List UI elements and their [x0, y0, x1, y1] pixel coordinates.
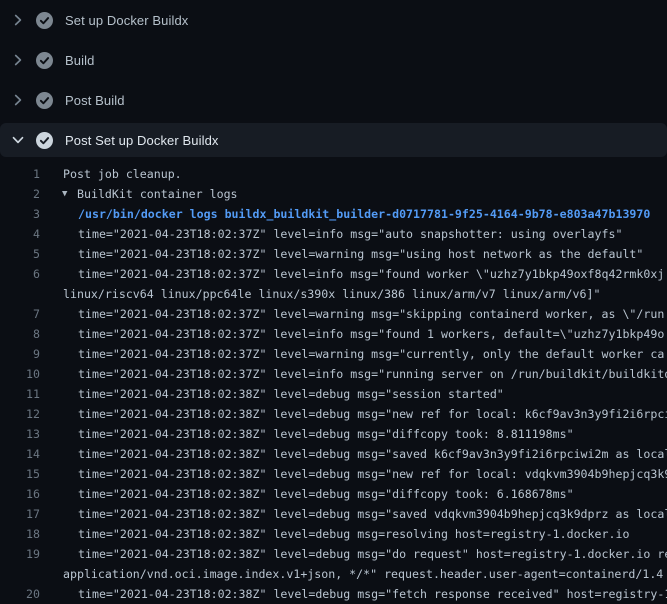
log-line-text: time="2021-04-23T18:02:38Z" level=debug … [40, 444, 667, 464]
log-line-text: linux/riscv64 linux/ppc64le linux/s390x … [40, 284, 600, 304]
log-line: 13time="2021-04-23T18:02:38Z" level=debu… [0, 424, 667, 444]
log-line: 12time="2021-04-23T18:02:38Z" level=debu… [0, 404, 667, 424]
log-line-number[interactable]: 8 [0, 324, 40, 344]
log-viewer: 1Post job cleanup.2▼BuildKit container l… [0, 160, 667, 604]
log-line-text: time="2021-04-23T18:02:37Z" level=warnin… [40, 304, 664, 324]
log-line-continuation: application/vnd.oci.image.index.v1+json,… [0, 564, 667, 584]
log-line: 14time="2021-04-23T18:02:38Z" level=debu… [0, 444, 667, 464]
log-line: 19time="2021-04-23T18:02:38Z" level=debu… [0, 544, 667, 564]
log-line-text: time="2021-04-23T18:02:37Z" level=warnin… [40, 244, 643, 264]
log-line: 11time="2021-04-23T18:02:38Z" level=debu… [0, 384, 667, 404]
log-line: 7time="2021-04-23T18:02:37Z" level=warni… [0, 304, 667, 324]
check-circle-icon [36, 52, 53, 69]
log-line-number[interactable]: 2 [0, 184, 40, 204]
log-line-text: time="2021-04-23T18:02:37Z" level=info m… [40, 324, 664, 344]
check-circle-icon [36, 132, 53, 149]
log-line: 17time="2021-04-23T18:02:38Z" level=debu… [0, 504, 667, 524]
log-line-text: time="2021-04-23T18:02:38Z" level=debug … [40, 584, 667, 604]
log-line: 5time="2021-04-23T18:02:37Z" level=warni… [0, 244, 667, 264]
check-circle-icon [36, 12, 53, 29]
log-line: 4time="2021-04-23T18:02:37Z" level=info … [0, 224, 667, 244]
step-title: Post Build [65, 93, 125, 108]
log-line-number[interactable]: 9 [0, 344, 40, 364]
log-line-continuation: linux/riscv64 linux/ppc64le linux/s390x … [0, 284, 667, 304]
log-line-text: BuildKit container logs [77, 184, 238, 204]
log-line-text: time="2021-04-23T18:02:38Z" level=debug … [40, 504, 667, 524]
log-line: 15time="2021-04-23T18:02:38Z" level=debu… [0, 464, 667, 484]
chevron-right-icon [10, 52, 26, 68]
log-line-text: time="2021-04-23T18:02:38Z" level=debug … [40, 524, 629, 544]
log-line-number[interactable]: 18 [0, 524, 40, 544]
log-line-text: time="2021-04-23T18:02:37Z" level=info m… [40, 264, 664, 284]
log-line-number[interactable]: 16 [0, 484, 40, 504]
log-line: 3/usr/bin/docker logs buildx_buildkit_bu… [0, 204, 667, 224]
steps-list: Set up Docker Buildx Build P [0, 0, 667, 157]
log-line-number[interactable]: 19 [0, 544, 40, 564]
step-row[interactable]: Post Set up Docker Buildx [0, 123, 667, 157]
log-line: 20time="2021-04-23T18:02:38Z" level=debu… [0, 584, 667, 604]
log-line: 10time="2021-04-23T18:02:37Z" level=info… [0, 364, 667, 384]
log-command-text: /usr/bin/docker logs buildx_buildkit_bui… [40, 204, 650, 224]
log-line-number[interactable]: 7 [0, 304, 40, 324]
log-line-number[interactable]: 4 [0, 224, 40, 244]
log-line-number[interactable]: 17 [0, 504, 40, 524]
log-line: 9time="2021-04-23T18:02:37Z" level=warni… [0, 344, 667, 364]
step-row[interactable]: Post Build [0, 80, 667, 120]
log-line-number [0, 284, 40, 304]
chevron-right-icon [10, 12, 26, 28]
chevron-down-icon [10, 132, 26, 148]
check-circle-icon [36, 92, 53, 109]
log-line-text: time="2021-04-23T18:02:38Z" level=debug … [40, 384, 504, 404]
step-row[interactable]: Build [0, 40, 667, 80]
log-line-text: Post job cleanup. [40, 164, 182, 184]
log-line-text: time="2021-04-23T18:02:38Z" level=debug … [40, 404, 667, 424]
log-line-text: time="2021-04-23T18:02:38Z" level=debug … [40, 544, 667, 564]
log-line-number[interactable]: 10 [0, 364, 40, 384]
log-line-text: time="2021-04-23T18:02:38Z" level=debug … [40, 464, 667, 484]
log-line-number[interactable]: 5 [0, 244, 40, 264]
step-title: Build [65, 53, 94, 68]
log-line-text: time="2021-04-23T18:02:38Z" level=debug … [40, 424, 574, 444]
log-line: 8time="2021-04-23T18:02:37Z" level=info … [0, 324, 667, 344]
step-row[interactable]: Set up Docker Buildx [0, 0, 667, 40]
log-line-number[interactable]: 15 [0, 464, 40, 484]
log-line-number[interactable]: 3 [0, 204, 40, 224]
chevron-right-icon [10, 92, 26, 108]
log-line-number[interactable]: 11 [0, 384, 40, 404]
log-line-number[interactable]: 6 [0, 264, 40, 284]
log-line-text: application/vnd.oci.image.index.v1+json,… [40, 564, 663, 584]
log-line: 1Post job cleanup. [0, 164, 667, 184]
log-line-text: time="2021-04-23T18:02:38Z" level=debug … [40, 484, 574, 504]
log-group-toggle-icon[interactable]: ▼ [40, 184, 77, 204]
log-line-text: time="2021-04-23T18:02:37Z" level=info m… [40, 364, 667, 384]
log-line-number[interactable]: 12 [0, 404, 40, 424]
log-line: 18time="2021-04-23T18:02:38Z" level=debu… [0, 524, 667, 544]
log-line-number [0, 564, 40, 584]
log-line: 2▼BuildKit container logs [0, 184, 667, 204]
step-title: Set up Docker Buildx [65, 13, 188, 28]
log-line-text: time="2021-04-23T18:02:37Z" level=warnin… [40, 344, 664, 364]
step-title: Post Set up Docker Buildx [65, 133, 219, 148]
log-line: 16time="2021-04-23T18:02:38Z" level=debu… [0, 484, 667, 504]
log-line-number[interactable]: 1 [0, 164, 40, 184]
log-line-number[interactable]: 13 [0, 424, 40, 444]
log-line-number[interactable]: 14 [0, 444, 40, 464]
log-line: 6time="2021-04-23T18:02:37Z" level=info … [0, 264, 667, 284]
log-line-number[interactable]: 20 [0, 584, 40, 604]
log-line-text: time="2021-04-23T18:02:37Z" level=info m… [40, 224, 622, 244]
